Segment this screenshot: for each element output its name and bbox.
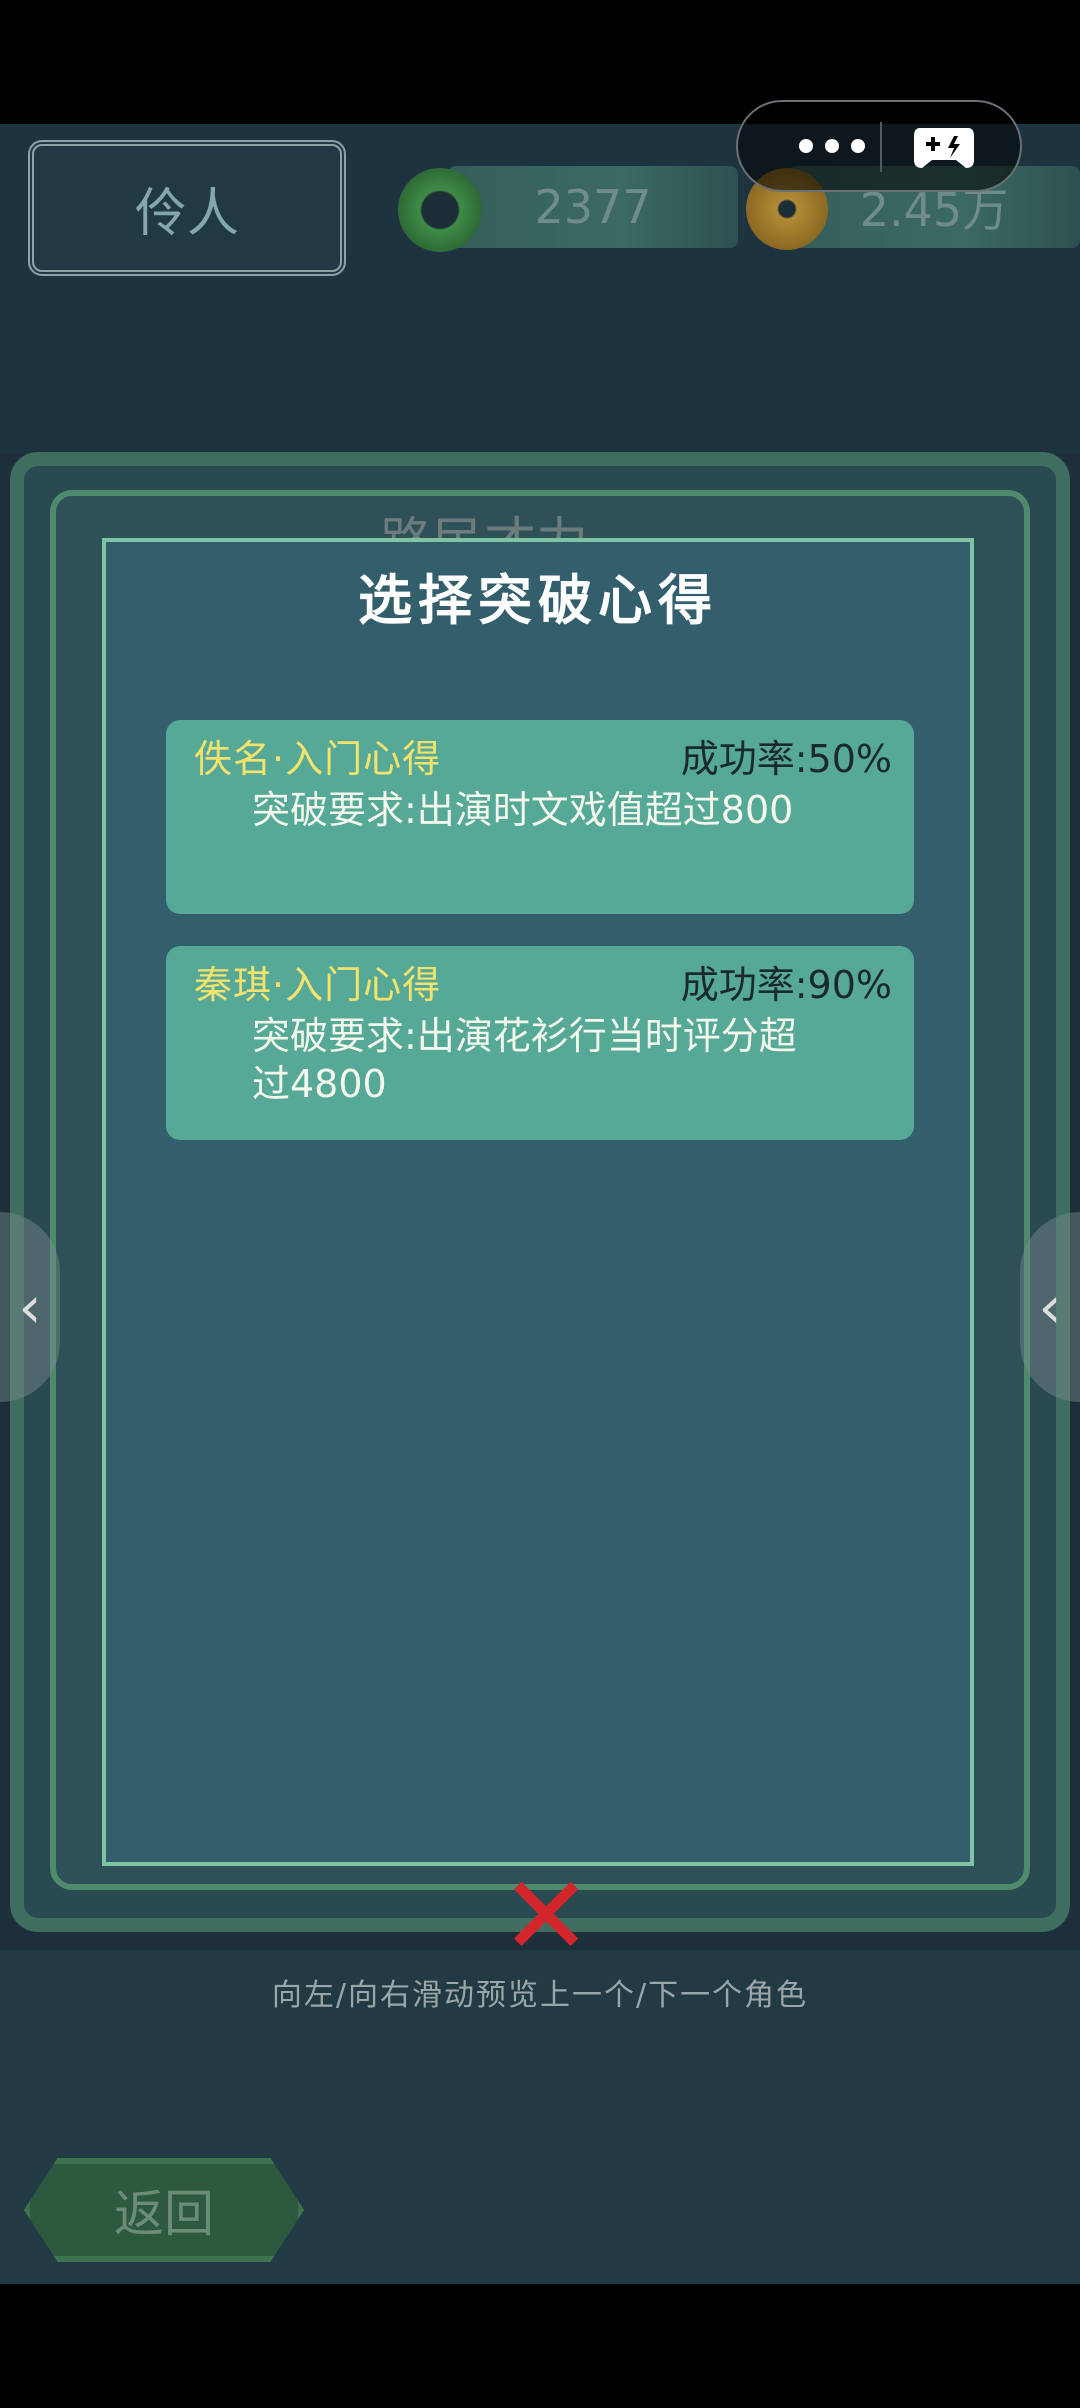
back-label: 返回 bbox=[114, 2174, 214, 2246]
capsule-divider bbox=[880, 122, 882, 172]
prev-character-arrow-icon[interactable]: ‹ bbox=[0, 1212, 60, 1402]
jade-icon bbox=[398, 168, 482, 252]
gamepad-icon[interactable] bbox=[910, 120, 978, 172]
mini-program-capsule bbox=[736, 100, 1022, 192]
next-character-arrow-icon[interactable]: ‹ bbox=[1020, 1212, 1080, 1402]
success-rate: 成功率:90% bbox=[681, 954, 892, 1009]
insight-requirement: 突破要求:出演花衫行当时评分超过4800 bbox=[252, 1012, 812, 1108]
jade-amount: 2377 bbox=[534, 180, 651, 234]
jade-resource-bar: 2377 bbox=[448, 166, 738, 248]
insight-name: 秦琪·入门心得 bbox=[194, 954, 441, 1009]
dots-icon[interactable] bbox=[772, 102, 892, 190]
modal-title: 选择突破心得 bbox=[102, 556, 974, 635]
insight-requirement: 突破要求:出演时文戏值超过800 bbox=[252, 786, 812, 834]
insight-name: 佚名·入门心得 bbox=[194, 728, 441, 783]
player-name: 伶人 bbox=[135, 171, 239, 246]
insight-card[interactable]: 秦琪·入门心得 成功率:90% 突破要求:出演花衫行当时评分超过4800 bbox=[166, 946, 914, 1140]
insight-card[interactable]: 佚名·入门心得 成功率:50% 突破要求:出演时文戏值超过800 bbox=[166, 720, 914, 914]
player-name-plate[interactable]: 伶人 bbox=[28, 140, 346, 276]
back-button[interactable]: 返回 bbox=[24, 2158, 304, 2262]
close-x-icon[interactable]: ✕ bbox=[500, 1876, 580, 1956]
success-rate: 成功率:50% bbox=[681, 728, 892, 783]
